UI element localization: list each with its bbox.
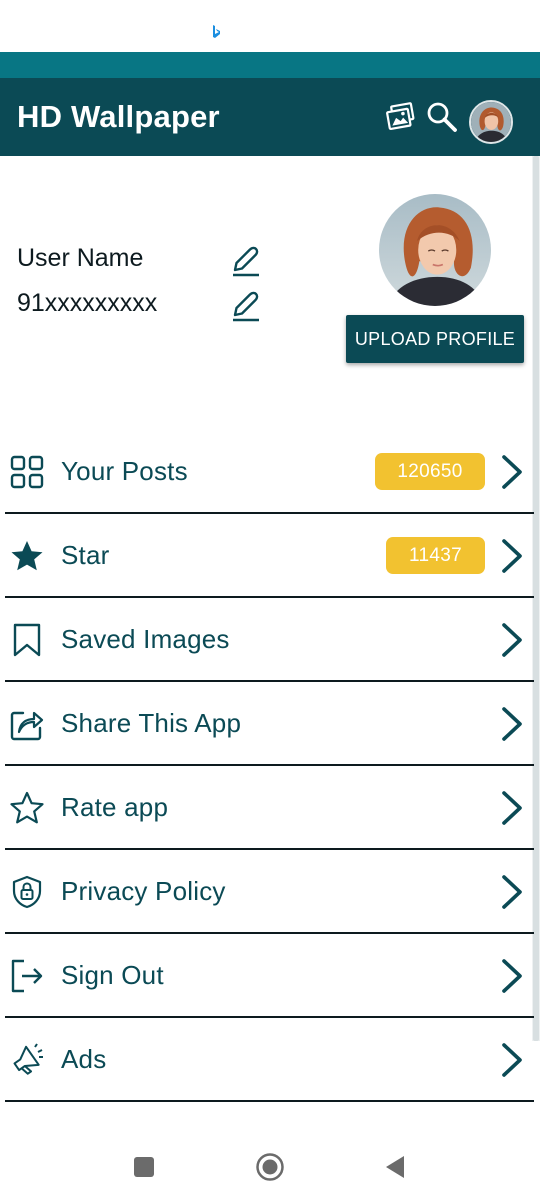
app-bar: HD Wallpaper [0,78,540,156]
chevron-right-icon [502,539,522,573]
posts-count-badge: 120650 [375,453,485,490]
home-icon [256,1153,284,1181]
menu-item-your-posts[interactable]: Your Posts 120650 [0,430,534,514]
menu-item-rate-app[interactable]: Rate app [0,766,534,850]
app-title: HD Wallpaper [17,99,220,134]
search-button[interactable] [423,98,461,136]
home-button[interactable] [255,1152,285,1182]
back-icon [386,1156,404,1178]
menu-item-label: Sign Out [61,960,164,990]
chevron-right-icon [502,959,522,993]
menu-item-share-app[interactable]: Share This App [0,682,534,766]
recents-icon [134,1157,154,1177]
menu-item-label: Privacy Policy [61,876,226,906]
header-accent-strip [0,52,540,78]
search-icon [427,102,457,132]
user-phone: 91xxxxxxxxx [17,289,158,317]
menu-item-sign-out[interactable]: Sign Out [0,934,534,1018]
megaphone-icon [9,1042,45,1078]
avatar[interactable] [469,100,513,144]
share-icon [9,706,45,742]
chevron-right-icon [502,707,522,741]
system-nav-bar [0,1130,540,1200]
menu-item-saved-images[interactable]: Saved Images [0,598,534,682]
edit-phone-icon[interactable] [229,289,261,323]
bookmark-icon [9,622,45,658]
recents-button[interactable] [129,1152,159,1182]
star-count-badge: 11437 [386,537,485,574]
upload-profile-button[interactable]: UPLOAD PROFILE [346,315,524,363]
chevron-right-icon [502,1043,522,1077]
profile-photo [379,194,491,306]
star-filled-icon [9,538,45,574]
profile-avatar [379,194,491,306]
menu-item-privacy-policy[interactable]: Privacy Policy [0,850,534,934]
menu-item-label: Saved Images [61,624,230,654]
sign-out-icon [9,958,45,994]
avatar-photo [471,102,511,142]
status-bar [0,0,540,52]
edit-name-icon[interactable] [229,244,261,278]
menu-item-star[interactable]: Star 11437 [0,514,534,598]
gallery-button[interactable] [382,98,420,136]
gallery-icon [386,102,415,131]
chevron-right-icon [502,875,522,909]
bing-icon [213,25,220,38]
back-button[interactable] [380,1152,410,1182]
chevron-right-icon [502,791,522,825]
divider [5,1100,534,1102]
shield-lock-icon [9,874,45,910]
star-outline-icon [9,790,45,826]
menu-item-label: Rate app [61,792,169,822]
menu-item-ads[interactable]: Ads [0,1018,534,1102]
menu-item-label: Your Posts [61,456,188,486]
menu-item-label: Ads [61,1044,107,1074]
chevron-right-icon [502,623,522,657]
menu-item-label: Share This App [61,708,242,738]
menu-item-label: Star [61,540,110,570]
user-name: User Name [17,244,144,272]
grid-icon [9,454,45,490]
chevron-right-icon [502,455,522,489]
menu-list: Your Posts 120650 Star 11437 Saved Image… [0,430,534,1102]
